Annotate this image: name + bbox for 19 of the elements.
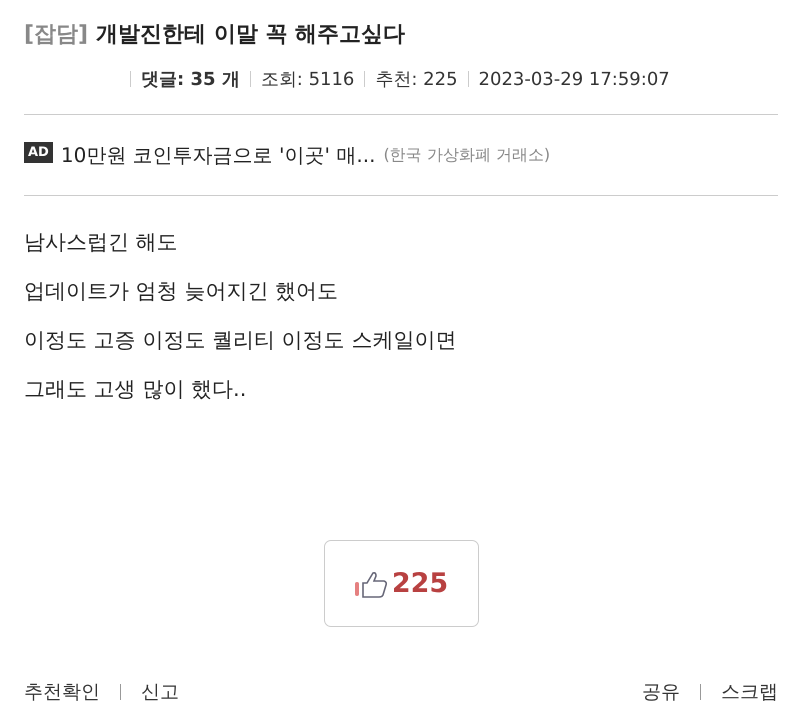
ad-link[interactable]: 10만원 코인투자금으로 '이곳' 매...	[60, 142, 376, 168]
post-title: 개발진한테 이말 꼭 해주고싶다	[96, 21, 406, 49]
footer-link[interactable]: 공유	[642, 679, 680, 705]
post-meta: 2023-03-29 17:59:07	[478, 68, 670, 90]
footer-link[interactable]: 스크랩	[721, 679, 778, 705]
post-text-line: 업데이트가 엄청 늦어지긴 했어도	[24, 278, 340, 305]
post-meta: 추천: 225	[375, 68, 458, 91]
ad-badge: AD	[24, 142, 53, 162]
thumbs-up-icon	[354, 570, 388, 598]
post-meta: 조회: 5116	[260, 68, 354, 91]
post-text-line: 이정도 고증 이정도 퀄리티 이정도 스케일이면	[24, 327, 458, 354]
post-text-line: 그래도 고생 많이 했다..	[24, 376, 248, 403]
post-meta: 댓글: 35 개	[141, 68, 240, 91]
like-button[interactable]: 225	[324, 540, 478, 627]
footer-link[interactable]: 신고	[141, 679, 179, 705]
footer-link[interactable]: 추천확인	[24, 679, 100, 705]
ad-source: (한국 가상화폐 거래소)	[383, 144, 550, 166]
post-category: [잡담]	[24, 21, 88, 49]
post-text-line: 남사스럽긴 해도	[24, 229, 179, 256]
